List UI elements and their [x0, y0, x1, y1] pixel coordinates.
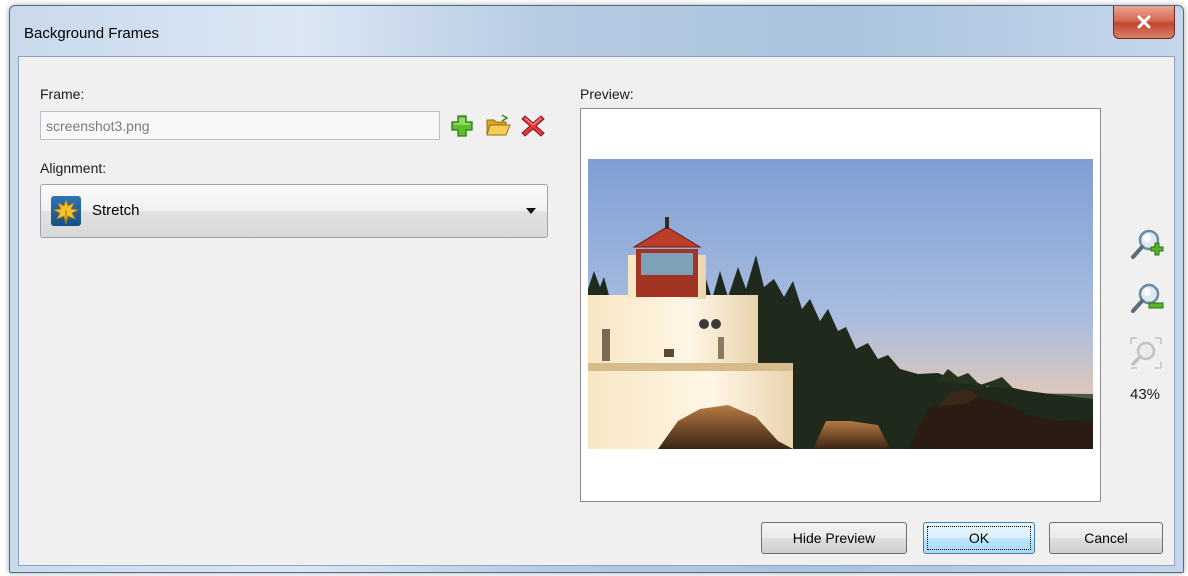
title-bar[interactable]: Background Frames: [10, 6, 1183, 56]
alignment-dropdown[interactable]: Stretch: [40, 184, 548, 238]
open-frame-button[interactable]: [485, 113, 511, 139]
dialog-body: Frame: Alignment:: [18, 56, 1175, 566]
cancel-button[interactable]: Cancel: [1049, 522, 1163, 554]
add-frame-button[interactable]: [449, 113, 475, 139]
zoom-fit-button[interactable]: [1128, 335, 1164, 371]
alignment-selected-value: Stretch: [92, 202, 140, 219]
close-button[interactable]: [1113, 6, 1175, 39]
frame-path-input[interactable]: [40, 111, 440, 140]
image-stretch-icon: [51, 196, 81, 226]
zoom-in-icon: [1131, 229, 1164, 259]
preview-image: [588, 159, 1093, 449]
hide-preview-button[interactable]: Hide Preview: [761, 522, 907, 554]
zoom-out-icon: [1131, 283, 1164, 313]
ok-button[interactable]: OK: [923, 522, 1035, 554]
dialog-window: Background Frames Frame: screenshot3.png…: [9, 5, 1184, 573]
frame-label: Frame:: [40, 86, 85, 102]
zoom-in-button[interactable]: [1128, 227, 1164, 263]
cancel-label: Cancel: [1084, 530, 1128, 546]
zoom-out-button[interactable]: [1128, 281, 1164, 317]
preview-label: Preview:: [580, 86, 634, 102]
open-folder-icon: [486, 114, 511, 136]
window-title: Background Frames: [24, 25, 160, 42]
zoom-fit-icon: [1130, 337, 1162, 369]
remove-frame-button[interactable]: [520, 113, 546, 139]
delete-icon: [521, 115, 545, 137]
hide-preview-label: Hide Preview: [792, 530, 876, 546]
add-icon: [451, 115, 473, 137]
alignment-label: Alignment:: [40, 160, 107, 176]
preview-panel: [580, 108, 1101, 502]
close-icon: [1137, 15, 1151, 29]
ok-label: OK: [968, 530, 990, 546]
zoom-percent-label: 43%: [1130, 386, 1161, 403]
chevron-down-icon: [526, 208, 536, 214]
